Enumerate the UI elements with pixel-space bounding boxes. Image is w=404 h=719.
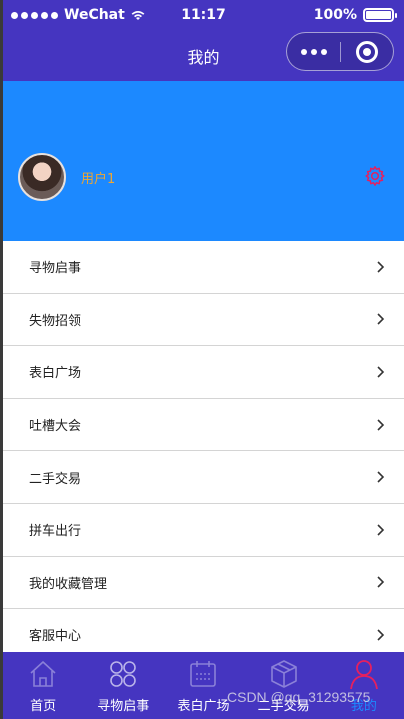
menu-item-label: 吐槽大会 xyxy=(29,419,82,435)
clover-icon xyxy=(110,661,137,687)
menu-item-complaint-forum[interactable]: 吐槽大会 xyxy=(3,399,404,452)
tab-label: 表白广场 xyxy=(177,699,230,714)
tab-label: 我的 xyxy=(350,699,377,714)
menu-item-found-items[interactable]: 失物招领 xyxy=(3,294,404,347)
home-icon xyxy=(30,661,56,687)
menu-list: 寻物启事 失物招领 表白广场 吐槽大会 二手交易 拼车出行 我的收藏管理 客服中… xyxy=(3,241,404,662)
box-icon xyxy=(270,660,297,688)
menu-item-label: 寻物启事 xyxy=(29,261,82,277)
menu-item-label: 二手交易 xyxy=(29,471,82,487)
menu-item-label: 客服中心 xyxy=(29,629,82,645)
bottom-tab-bar: 首页 寻物启事 表白广场 二手交易 我的 xyxy=(3,652,404,719)
chevron-right-icon xyxy=(377,471,385,483)
tab-second-hand[interactable]: 二手交易 xyxy=(244,652,324,719)
menu-item-label: 我的收藏管理 xyxy=(29,576,108,592)
chevron-right-icon xyxy=(377,366,385,378)
avatar[interactable] xyxy=(18,153,66,201)
menu-item-my-favorites[interactable]: 我的收藏管理 xyxy=(3,557,404,610)
tab-lost-notice[interactable]: 寻物启事 xyxy=(83,652,163,719)
battery-percent: 100% xyxy=(313,7,357,23)
close-target-icon xyxy=(355,40,378,63)
chevron-right-icon xyxy=(377,313,385,325)
tab-home[interactable]: 首页 xyxy=(3,652,83,719)
navigation-header: WeChat 11:17 100% 我的 xyxy=(3,0,404,81)
more-dots-icon xyxy=(310,48,317,55)
tab-label: 二手交易 xyxy=(257,699,310,714)
menu-item-label: 拼车出行 xyxy=(29,524,82,540)
more-button[interactable] xyxy=(287,33,340,70)
settings-gear-icon[interactable] xyxy=(364,165,386,187)
chevron-right-icon xyxy=(377,524,385,536)
chevron-right-icon xyxy=(377,261,385,273)
username[interactable]: 用户1 xyxy=(81,168,115,187)
tab-label: 寻物启事 xyxy=(97,699,150,714)
tab-confession-square[interactable]: 表白广场 xyxy=(163,652,243,719)
status-right: 100% xyxy=(313,7,397,23)
calendar-icon xyxy=(190,661,217,687)
menu-item-label: 失物招领 xyxy=(29,313,82,329)
mini-program-capsule xyxy=(286,32,394,71)
menu-item-carpool[interactable]: 拼车出行 xyxy=(3,504,404,557)
battery-icon xyxy=(363,8,397,22)
menu-item-confession-square[interactable]: 表白广场 xyxy=(3,346,404,399)
tab-label: 首页 xyxy=(30,699,57,714)
chevron-right-icon xyxy=(377,419,385,431)
more-dots-icon xyxy=(300,48,307,55)
user-icon xyxy=(349,660,378,690)
phone-screen: WeChat 11:17 100% 我的 用户1 寻物启事 失物招领 表白广场 … xyxy=(3,0,404,719)
more-dots-icon xyxy=(320,48,327,55)
tab-profile[interactable]: 我的 xyxy=(324,652,404,719)
chevron-right-icon xyxy=(377,629,385,641)
menu-item-second-hand[interactable]: 二手交易 xyxy=(3,451,404,504)
menu-item-label: 表白广场 xyxy=(29,366,82,382)
chevron-right-icon xyxy=(377,576,385,588)
close-button[interactable] xyxy=(341,33,393,70)
profile-banner: 用户1 xyxy=(3,81,404,241)
menu-item-lost-notice[interactable]: 寻物启事 xyxy=(3,241,404,294)
status-bar: WeChat 11:17 100% xyxy=(3,0,404,30)
